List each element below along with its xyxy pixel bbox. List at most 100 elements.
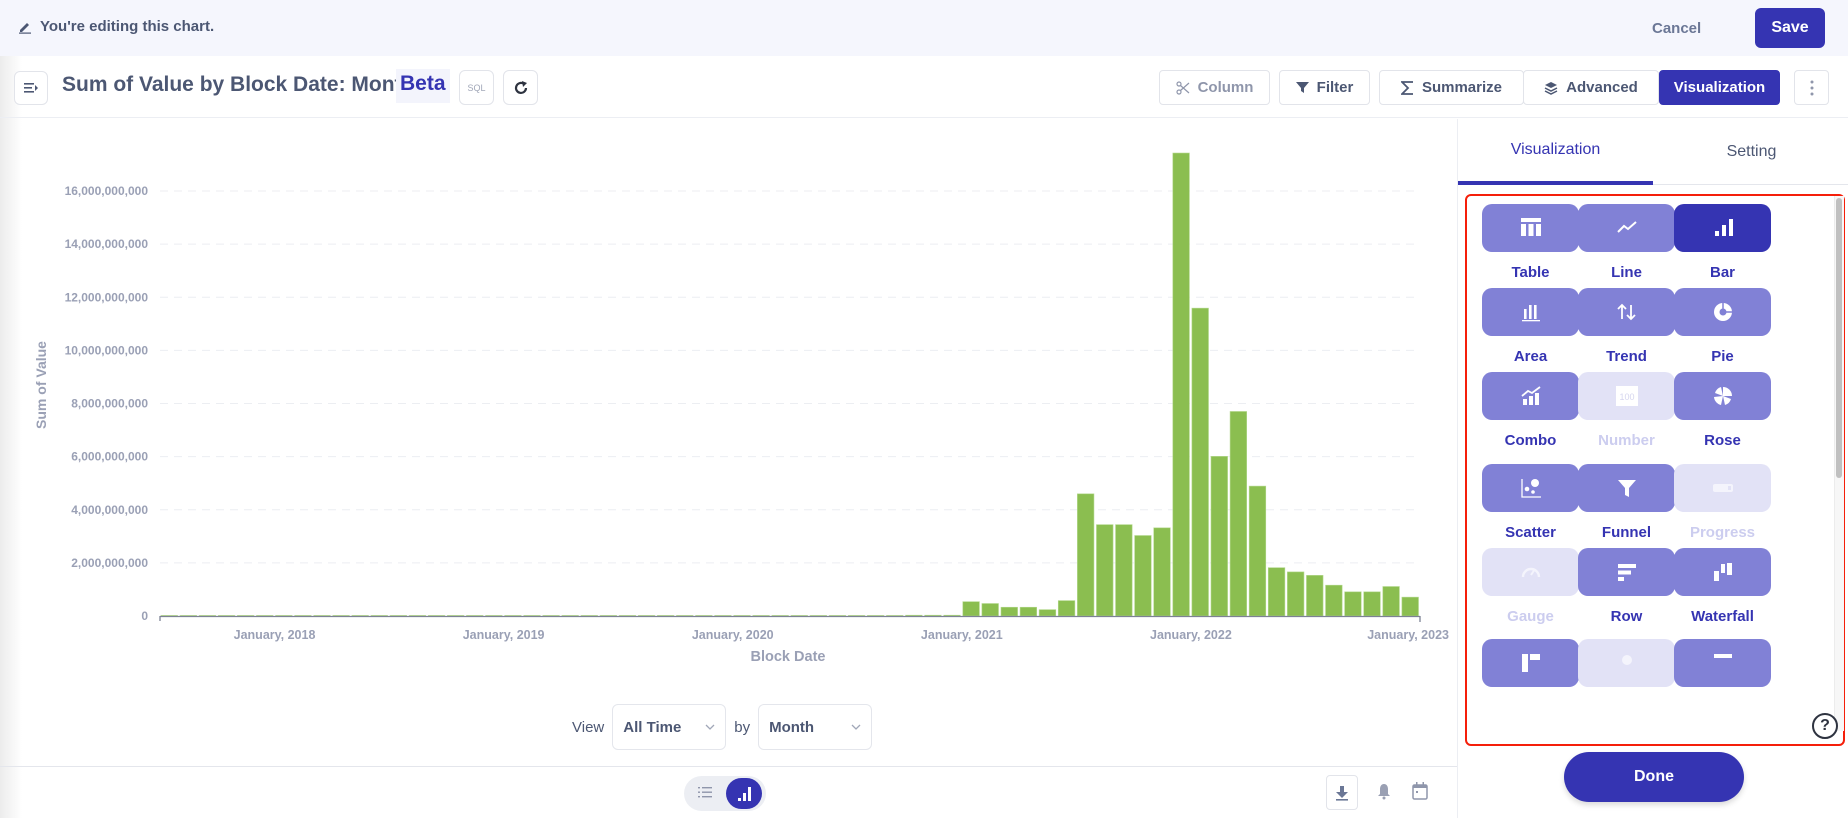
table-chart-toggle (684, 776, 766, 811)
bar (1401, 596, 1419, 617)
more-options-button[interactable] (1794, 70, 1829, 105)
save-button[interactable]: Save (1755, 8, 1825, 48)
number-icon: 100 (1615, 386, 1638, 406)
download-button[interactable] (1326, 775, 1358, 810)
view-range-select[interactable]: All Time (612, 704, 727, 750)
download-icon (1336, 785, 1348, 801)
viz-type-table[interactable]: Table (1482, 204, 1579, 281)
viz-type-icon-button[interactable] (1674, 372, 1771, 420)
chart-view-button[interactable] (726, 778, 762, 809)
tab-visualization[interactable]: Visualization (1458, 119, 1653, 185)
bar (1134, 535, 1152, 617)
tab-setting[interactable]: Setting (1654, 119, 1848, 185)
viz-type-row[interactable]: Row (1578, 548, 1675, 625)
refresh-button[interactable] (503, 70, 538, 105)
summarize-button-label: Summarize (1421, 79, 1503, 96)
visualization-button[interactable]: Visualization (1659, 70, 1780, 105)
edit-message-text: You're editing this chart. (40, 18, 215, 35)
viz-type-icon-button[interactable] (1578, 548, 1675, 596)
y-axis-title: Sum of Value (33, 341, 49, 429)
bar (1019, 606, 1037, 617)
bar-chart-icon (738, 786, 751, 801)
viz-type-pie[interactable]: Pie (1674, 288, 1771, 365)
bar (1363, 591, 1381, 617)
panel-tabs: Visualization Setting (1458, 119, 1848, 185)
bar (1057, 600, 1076, 617)
detail-icon (1713, 654, 1732, 658)
viz-type-icon-button[interactable] (1482, 288, 1579, 336)
bar (1000, 606, 1018, 617)
viz-type-label: Progress (1689, 524, 1756, 541)
viz-type-bar[interactable]: Bar (1674, 204, 1771, 281)
sql-button[interactable]: SQL (459, 70, 494, 105)
filter-button-label: Filter (1316, 79, 1354, 96)
refresh-icon (514, 80, 527, 94)
viz-type-scatter[interactable]: Scatter (1482, 464, 1579, 541)
schedule-button[interactable] (1412, 782, 1428, 805)
viz-type-rose[interactable]: Rose (1674, 372, 1771, 449)
viz-type-icon-button (1482, 548, 1579, 596)
sigma-icon (1400, 80, 1413, 95)
viz-type-icon-button (1578, 639, 1675, 687)
bar (1172, 152, 1190, 617)
column-button[interactable]: Column (1159, 70, 1270, 105)
viz-type-icon-button[interactable] (1578, 288, 1675, 336)
viz-type-icon-button[interactable] (1674, 639, 1771, 687)
help-button[interactable]: ? (1812, 713, 1838, 739)
bar (1325, 584, 1343, 617)
cancel-button[interactable]: Cancel (1652, 16, 1701, 40)
viz-type-area[interactable]: Area (1482, 288, 1579, 365)
viz-type-icon-button[interactable] (1674, 204, 1771, 252)
viz-type-detail[interactable] (1674, 639, 1771, 687)
viz-type-icon-button[interactable] (1674, 288, 1771, 336)
viz-type-funnel[interactable]: Funnel (1578, 464, 1675, 541)
viz-type-icon-button[interactable] (1482, 372, 1579, 420)
bar (1287, 571, 1305, 617)
viz-type-picker: Table Line Bar Area Trend Pie Combo 100 Number Ro… (1465, 194, 1845, 746)
bar (1038, 609, 1057, 617)
bar (1210, 456, 1228, 617)
viz-type-icon-button[interactable] (1674, 548, 1771, 596)
viz-type-icon-button: 100 (1578, 372, 1675, 420)
row-chart-icon (1617, 564, 1636, 581)
viz-scrollbar-thumb[interactable] (1836, 198, 1842, 478)
column-button-label: Column (1197, 79, 1254, 96)
bell-icon (1378, 784, 1390, 800)
advanced-button[interactable]: Advanced (1523, 70, 1659, 105)
page-title: Sum of Value by Block Date: Month (62, 73, 415, 96)
viz-type-label: Waterfall (1691, 608, 1754, 625)
trend-icon (1616, 303, 1636, 321)
alert-button[interactable] (1377, 783, 1391, 805)
scissors-icon (1175, 80, 1189, 95)
view-label: View (572, 718, 605, 736)
viz-type-combo[interactable]: Combo (1482, 372, 1579, 449)
edit-mode-bar: You're editing this chart. Cancel Save (0, 0, 1848, 56)
pencil-icon (19, 22, 31, 34)
granularity-select[interactable]: Month (758, 704, 873, 750)
filter-button[interactable]: Filter (1279, 70, 1370, 105)
done-button[interactable]: Done (1564, 752, 1744, 802)
viz-type-label: Rose (1704, 432, 1741, 449)
viz-type-icon-button[interactable] (1482, 464, 1579, 512)
table-view-button[interactable] (698, 785, 712, 804)
funnel-icon (1617, 480, 1636, 497)
viz-type-icon-button[interactable] (1578, 464, 1675, 512)
viz-type-waterfall[interactable]: Waterfall (1674, 548, 1771, 625)
summarize-button[interactable]: Summarize (1379, 70, 1524, 105)
viz-type-pivot[interactable] (1482, 639, 1579, 687)
visualization-button-label: Visualization (1673, 79, 1766, 96)
bar (1229, 411, 1247, 617)
chevron-down-icon (705, 724, 715, 730)
viz-type-line[interactable]: Line (1578, 204, 1675, 281)
viz-type-map (1578, 639, 1675, 687)
viz-type-icon-button[interactable] (1482, 204, 1579, 252)
viz-type-icon-button[interactable] (1482, 639, 1579, 687)
viz-type-label: Pie (1711, 348, 1734, 365)
viz-type-icon-button[interactable] (1578, 204, 1675, 252)
sidebar-toggle-button[interactable] (14, 71, 48, 105)
viz-type-trend[interactable]: Trend (1578, 288, 1675, 365)
viz-type-label: Combo (1504, 432, 1557, 449)
viz-type-label: Area (1513, 348, 1548, 365)
viz-type-icon-button (1674, 464, 1771, 512)
bottom-toolbar (0, 766, 1457, 818)
